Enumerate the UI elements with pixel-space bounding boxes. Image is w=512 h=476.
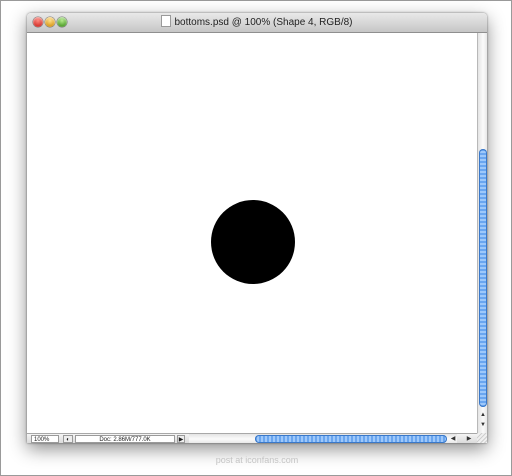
horizontal-scroll-thumb[interactable] bbox=[255, 435, 447, 443]
document-icon bbox=[161, 15, 172, 27]
horizontal-scrollbar[interactable]: ◀ bbox=[189, 434, 457, 443]
black-circle-shape[interactable] bbox=[211, 200, 295, 284]
resize-grip-icon[interactable] bbox=[477, 433, 487, 443]
scroll-left-arrow-icon[interactable]: ◀ bbox=[449, 435, 457, 443]
vertical-scrollbar[interactable]: ▲ ▼ bbox=[477, 33, 487, 433]
quick-mask-icon[interactable]: ◐ bbox=[63, 435, 73, 443]
scroll-right-arrow-icon[interactable]: ▶ bbox=[465, 435, 473, 443]
watermark-text: post at iconfans.com bbox=[215, 455, 299, 465]
status-menu-arrow-icon[interactable]: ▶ bbox=[177, 435, 185, 443]
scroll-down-arrow-icon[interactable]: ▼ bbox=[479, 421, 487, 429]
title-bar[interactable]: bottoms.psd @ 100% (Shape 4, RGB/8) bbox=[27, 13, 487, 33]
document-window: bottoms.psd @ 100% (Shape 4, RGB/8) ▲ ▼ … bbox=[27, 13, 487, 443]
scroll-up-arrow-icon[interactable]: ▲ bbox=[479, 411, 487, 419]
window-title-text: bottoms.psd @ 100% (Shape 4, RGB/8) bbox=[174, 17, 353, 28]
window-title: bottoms.psd @ 100% (Shape 4, RGB/8) bbox=[27, 13, 487, 32]
screenshot-frame: bottoms.psd @ 100% (Shape 4, RGB/8) ▲ ▼ … bbox=[0, 0, 512, 476]
vertical-scroll-thumb[interactable] bbox=[479, 149, 487, 407]
zoom-level-field[interactable]: 100% bbox=[31, 435, 59, 443]
status-bar: 100% ◐ Doc: 2.86M/777.0K ▶ ◀ ▶ bbox=[27, 433, 487, 443]
document-size-info: Doc: 2.86M/777.0K bbox=[75, 435, 175, 443]
document-canvas[interactable] bbox=[27, 33, 477, 433]
